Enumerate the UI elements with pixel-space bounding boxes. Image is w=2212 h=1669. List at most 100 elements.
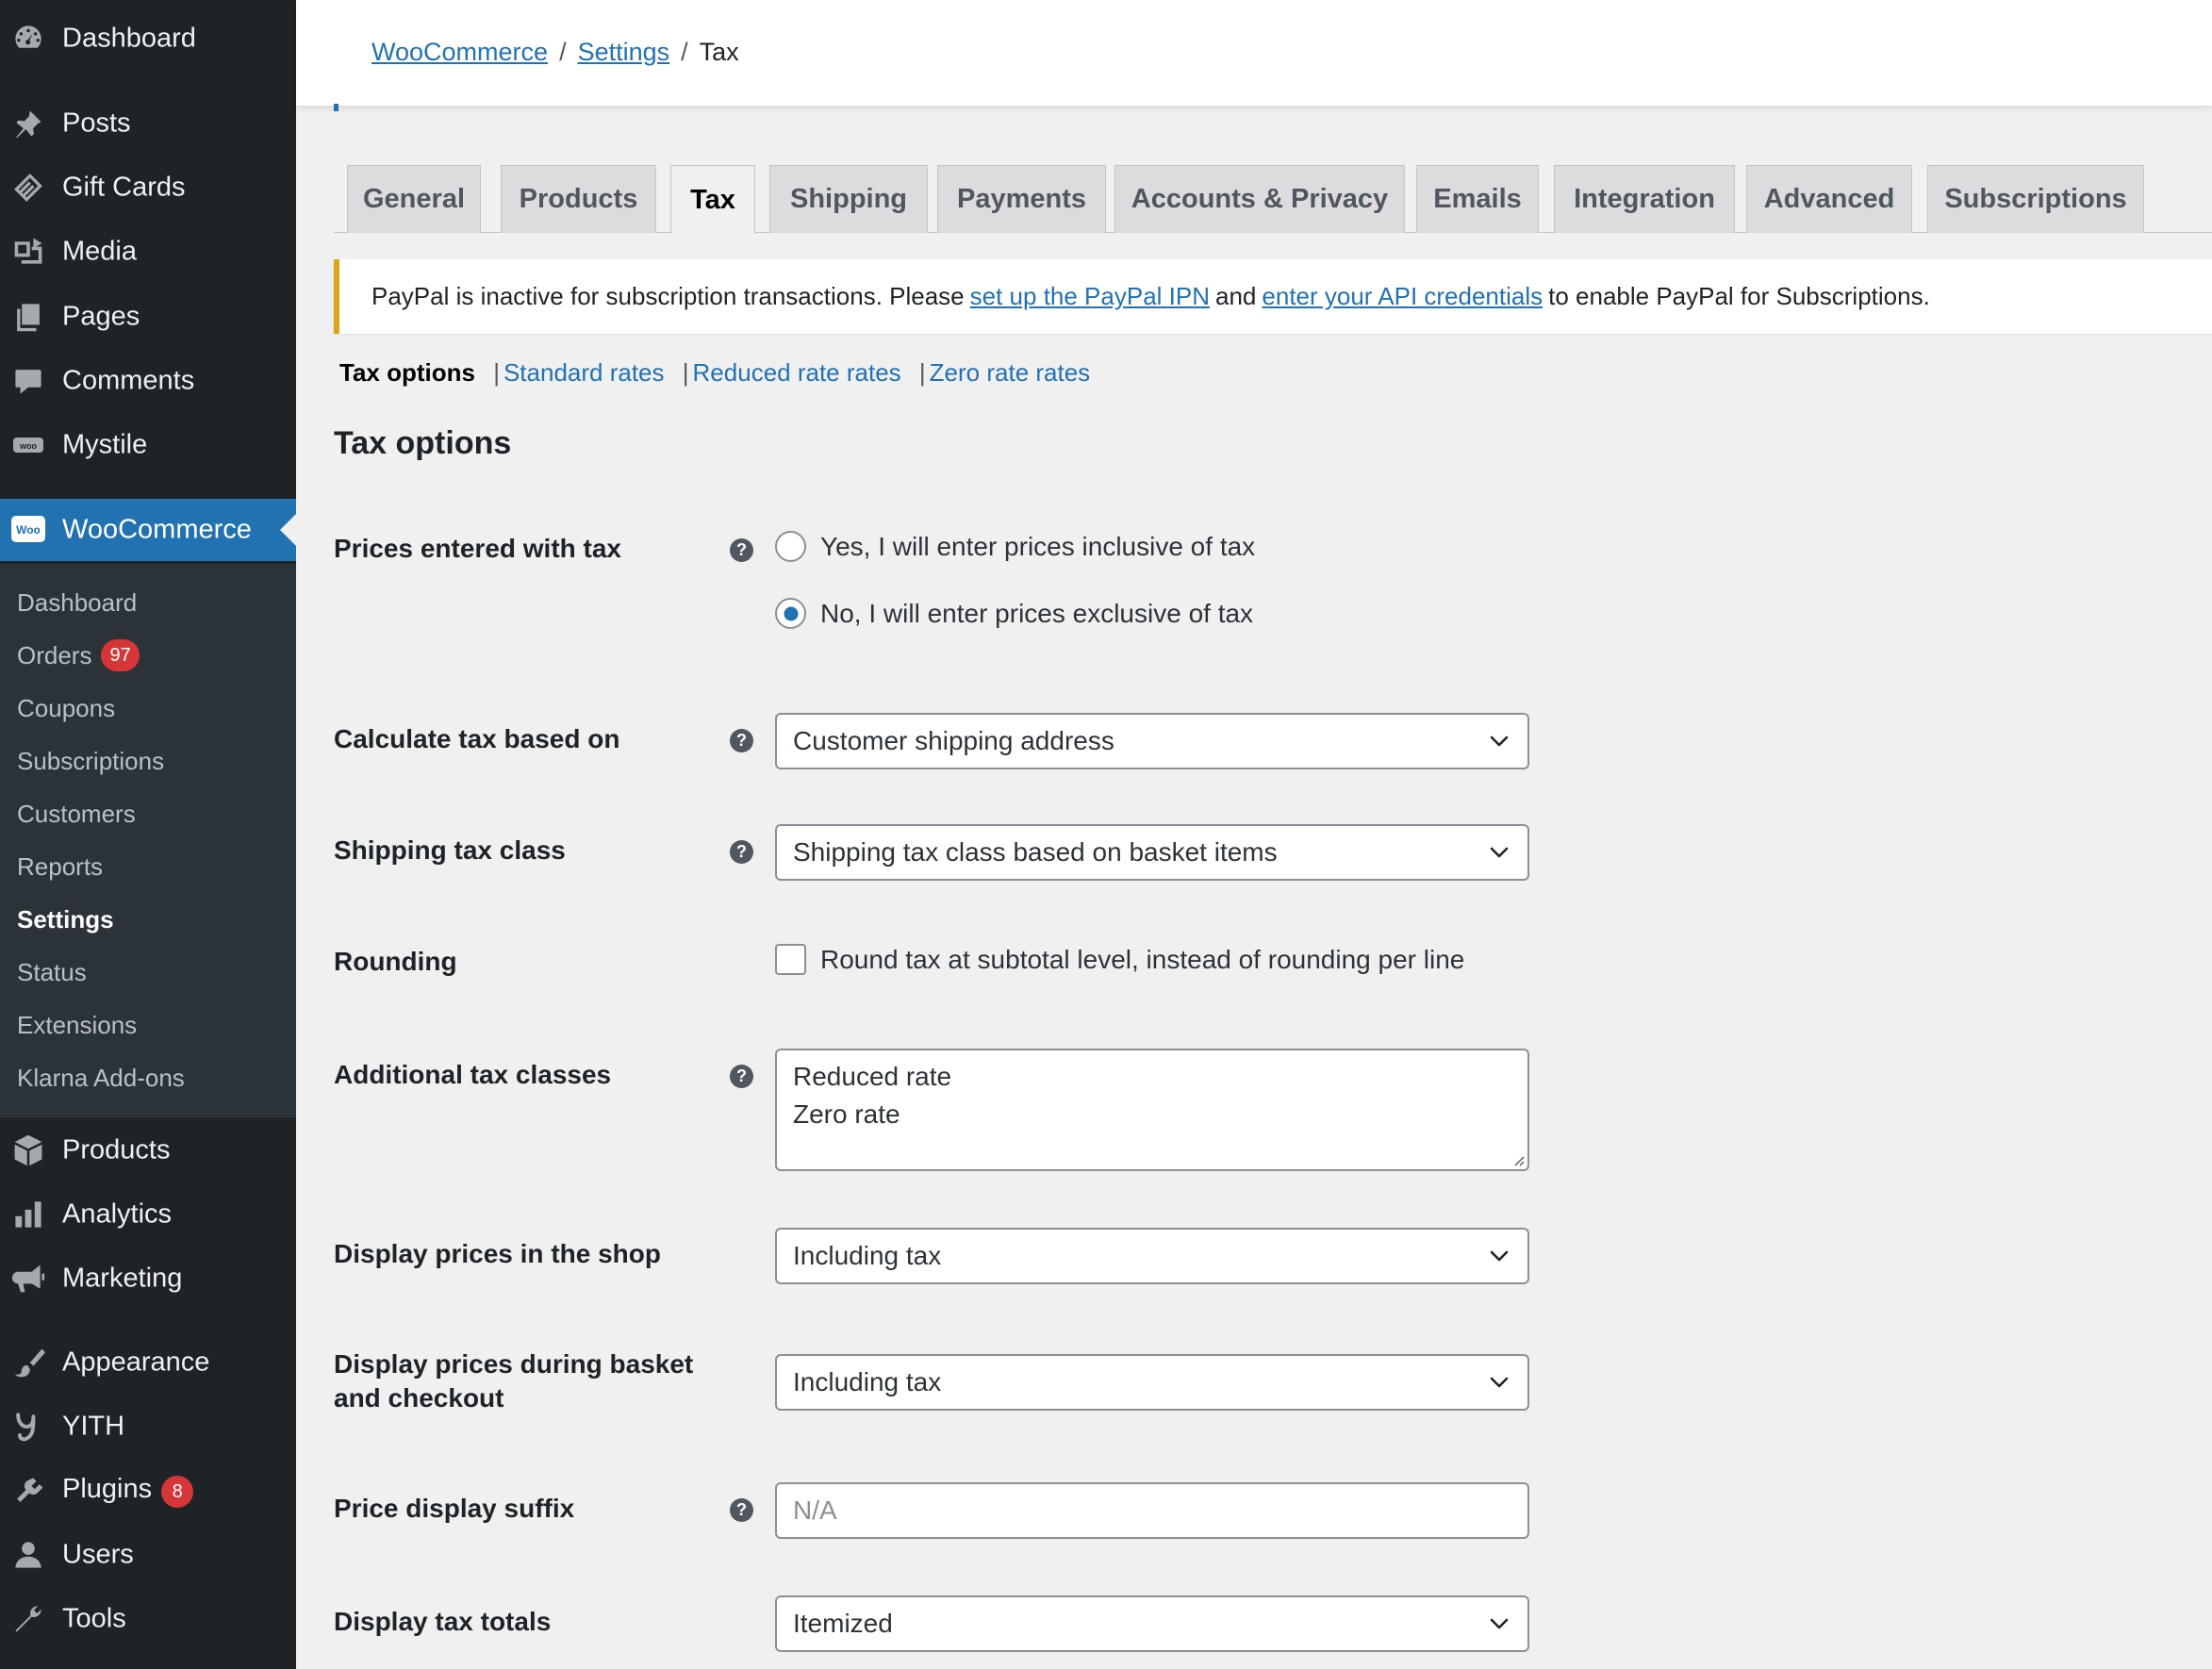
pages-icon — [9, 298, 47, 336]
header-accent — [334, 104, 338, 111]
paypal-warning-notice: PayPal is inactive for subscription tran… — [334, 259, 2212, 334]
tab-products[interactable]: Products — [501, 165, 656, 233]
submenu-item-klarna-add-ons[interactable]: Klarna Add-ons — [17, 1059, 185, 1097]
submenu-item-settings[interactable]: Settings — [17, 901, 114, 938]
setup-paypal-ipn-link[interactable]: set up the PayPal IPN — [970, 282, 1210, 311]
help-icon[interactable]: ? — [730, 1498, 753, 1522]
sidebar-item-yith[interactable]: YITH — [0, 1396, 296, 1457]
additional-tax-classes-label: Additional tax classes — [334, 1060, 612, 1089]
display-prices-cart-select[interactable]: Including tax — [775, 1354, 1529, 1411]
placeholder-text: N/A — [793, 1495, 837, 1525]
submenu-item-coupons[interactable]: Coupons — [17, 689, 115, 727]
sidebar-item-label: WooCommerce — [62, 514, 252, 545]
shipping-tax-class-select[interactable]: Shipping tax class based on basket items — [775, 824, 1529, 881]
breadcrumb-link-settings[interactable]: Settings — [578, 38, 670, 66]
tab-payments[interactable]: Payments — [937, 165, 1106, 233]
sidebar-item-appearance[interactable]: Appearance — [0, 1332, 296, 1393]
prices-inclusive-radio[interactable] — [775, 531, 806, 562]
comment-icon — [9, 362, 47, 400]
sidebar-item-label: YITH — [62, 1411, 125, 1442]
yith-icon — [9, 1408, 47, 1446]
tab-general[interactable]: General — [347, 165, 481, 233]
box-icon — [9, 1132, 47, 1169]
submenu-item-orders[interactable]: Orders 97 — [17, 636, 140, 674]
display-tax-totals-select[interactable]: Itemized — [775, 1595, 1529, 1652]
media-icon — [9, 233, 47, 271]
chevron-down-icon — [1490, 1377, 1509, 1388]
sidebar-item-marketing[interactable]: Marketing — [0, 1248, 296, 1309]
breadcrumb-link-woocommerce[interactable]: WooCommerce — [371, 38, 548, 66]
sidebar-item-media[interactable]: Media — [0, 222, 296, 282]
display-prices-shop-select[interactable]: Including tax — [775, 1228, 1529, 1284]
sidebar-item-products[interactable]: Products — [0, 1120, 296, 1181]
gift-card-icon — [9, 169, 47, 207]
rounding-checkbox[interactable] — [775, 944, 806, 975]
dashboard-icon — [9, 20, 47, 58]
price-display-suffix-label: Price display suffix — [334, 1494, 575, 1523]
subnav-current-tax-options: Tax options — [339, 358, 475, 387]
tab-shipping[interactable]: Shipping — [769, 165, 928, 233]
sidebar-item-pages[interactable]: Pages — [0, 287, 296, 347]
additional-tax-classes-textarea[interactable]: Reduced rate Zero rate — [775, 1049, 1529, 1171]
bar-chart-icon — [9, 1196, 47, 1233]
sidebar-item-users[interactable]: Users — [0, 1525, 296, 1585]
wrench-icon — [9, 1600, 47, 1638]
calculate-tax-select[interactable]: Customer shipping address — [775, 713, 1529, 769]
sidebar-item-tools[interactable]: Tools — [0, 1589, 296, 1649]
price-display-suffix-input[interactable]: N/A — [775, 1482, 1529, 1539]
chevron-down-icon — [1490, 1618, 1509, 1629]
prices-exclusive-radio-option[interactable]: No, I will enter prices exclusive of tax — [775, 598, 1253, 629]
settings-tabs: General Products Tax Shipping Payments A… — [334, 165, 2212, 234]
sidebar-item-label: Analytics — [62, 1198, 173, 1230]
subnav-zero-rate-rates[interactable]: Zero rate rates — [930, 358, 1091, 387]
submenu-item-extensions[interactable]: Extensions — [17, 1006, 137, 1044]
sidebar-item-woocommerce[interactable]: Woo WooCommerce — [0, 499, 296, 561]
sidebar-item-mystile[interactable]: woo Mystile — [0, 415, 296, 475]
chevron-down-icon — [1490, 735, 1509, 747]
resize-grip-icon[interactable] — [1511, 1153, 1525, 1166]
submenu-item-dashboard[interactable]: Dashboard — [17, 584, 137, 621]
sidebar-item-label: Comments — [62, 365, 195, 396]
chevron-down-icon — [1490, 1250, 1509, 1262]
tab-accounts-privacy[interactable]: Accounts & Privacy — [1114, 165, 1405, 233]
plugins-update-badge: 8 — [161, 1476, 194, 1508]
sidebar-item-gift-cards[interactable]: Gift Cards — [0, 157, 296, 218]
sidebar-item-label: Media — [62, 236, 137, 267]
rounding-checkbox-option[interactable]: Round tax at subtotal level, instead of … — [775, 944, 1464, 975]
prices-inclusive-radio-option[interactable]: Yes, I will enter prices inclusive of ta… — [775, 531, 1255, 562]
tab-advanced[interactable]: Advanced — [1746, 165, 1912, 233]
prices-exclusive-radio[interactable] — [775, 598, 806, 629]
sidebar-item-analytics[interactable]: Analytics — [0, 1184, 296, 1245]
submenu-item-subscriptions[interactable]: Subscriptions — [17, 742, 164, 780]
sidebar-item-comments[interactable]: Comments — [0, 351, 296, 411]
help-icon[interactable]: ? — [730, 1065, 753, 1088]
tab-subscriptions[interactable]: Subscriptions — [1927, 165, 2144, 233]
subnav-standard-rates[interactable]: Standard rates — [503, 358, 665, 387]
tab-integration[interactable]: Integration — [1554, 165, 1735, 233]
sidebar-item-label: Posts — [62, 107, 131, 139]
sidebar-item-label: Appearance — [62, 1347, 210, 1378]
chevron-down-icon — [1490, 847, 1509, 858]
sidebar-item-label: Mystile — [62, 429, 148, 460]
submenu-item-reports[interactable]: Reports — [17, 848, 103, 885]
sidebar-item-posts[interactable]: Posts — [0, 93, 296, 154]
orders-count-badge: 97 — [101, 639, 140, 671]
breadcrumb-separator: / — [559, 38, 567, 66]
tab-emails[interactable]: Emails — [1416, 165, 1539, 233]
svg-text:woo: woo — [19, 441, 37, 451]
help-icon[interactable]: ? — [730, 538, 753, 562]
submenu-item-status[interactable]: Status — [17, 953, 87, 991]
sidebar-item-label: Tools — [62, 1603, 126, 1634]
help-icon[interactable]: ? — [730, 840, 753, 864]
submenu-item-customers[interactable]: Customers — [17, 795, 136, 833]
sidebar-item-plugins[interactable]: Plugins 8 — [0, 1461, 296, 1521]
tab-tax[interactable]: Tax — [670, 165, 755, 234]
display-prices-cart-label: Display prices during basket and checkou… — [334, 1349, 694, 1413]
enter-api-credentials-link[interactable]: enter your API credentials — [1262, 282, 1543, 311]
sidebar-item-dashboard[interactable]: Dashboard — [0, 8, 296, 69]
subnav-reduced-rate-rates[interactable]: Reduced rate rates — [693, 358, 901, 387]
sidebar-item-label: Marketing — [62, 1263, 183, 1294]
display-prices-shop-label: Display prices in the shop — [334, 1239, 661, 1268]
help-icon[interactable]: ? — [730, 729, 753, 752]
sidebar-item-label: Dashboard — [62, 23, 196, 54]
